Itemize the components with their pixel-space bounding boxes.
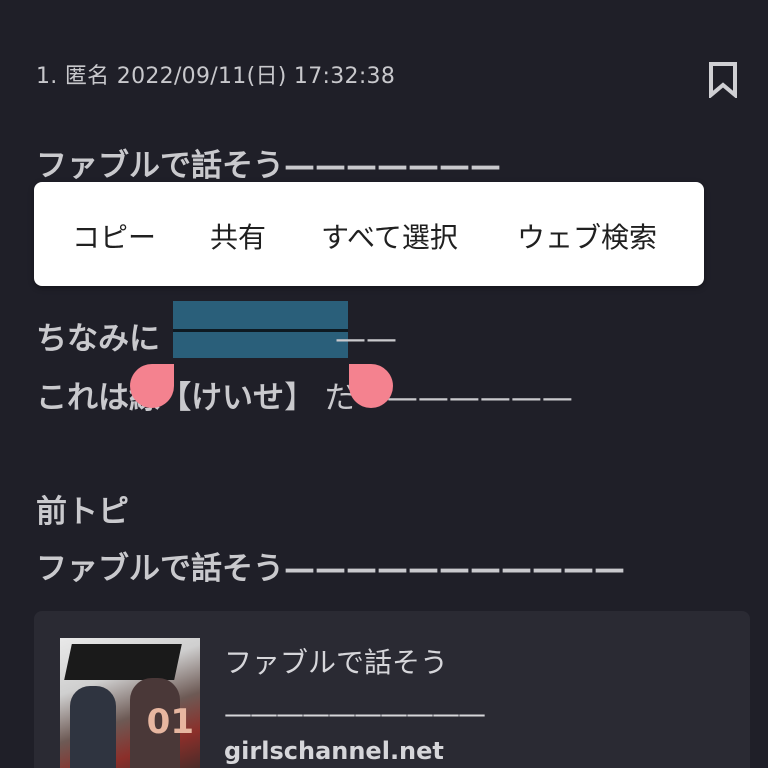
link-thumbnail-image: 01 <box>60 638 200 768</box>
comment-line-3: ちなみに —— <box>36 313 397 358</box>
menu-item-select-all[interactable]: すべて選択 <box>321 216 458 256</box>
comment-line-4-tail: 】 だ——————— <box>284 380 573 416</box>
thumbnail-volume-number: 01 <box>146 702 194 742</box>
link-card-title: ファブルで話そう <box>224 646 449 679</box>
thumbnail-logo-shape <box>64 644 182 680</box>
comment-page: 1. 匿名 2022/09/11(日) 17:32:38 ファブルで話そう———… <box>0 0 768 768</box>
thumbnail-figure-left <box>70 686 116 768</box>
comment-line-4: これは線【けいせ】 だ——————— <box>36 372 573 417</box>
comment-meta: 1. 匿名 2022/09/11(日) 17:32:38 <box>36 64 396 89</box>
menu-item-copy[interactable]: コピー <box>72 216 156 256</box>
comment-line-6: ファブルで話そう——————————— <box>36 551 625 587</box>
menu-item-web-search[interactable]: ウェブ検索 <box>517 216 657 256</box>
comment-line-4-text: これは <box>36 380 129 416</box>
text-selection-context-menu: コピー 共有 すべて選択 ウェブ検索 <box>34 182 704 286</box>
comment-line-3-text: ちなみに <box>36 321 160 357</box>
link-card-title-rule: —————————— <box>224 697 486 730</box>
link-preview-card[interactable]: 01 ファブルで話そう —————————— girlschannel.net <box>34 611 750 768</box>
comment-line-1: ファブルで話そう——————— <box>36 148 501 184</box>
selection-handle-end[interactable] <box>349 364 393 408</box>
link-card-domain: girlschannel.net <box>224 737 444 765</box>
bookmark-icon[interactable] <box>708 62 738 100</box>
comment-line-3-tail: —— <box>335 321 397 357</box>
selection-handle-start[interactable] <box>130 364 174 408</box>
comment-line-5: 前トピ <box>36 494 129 530</box>
menu-item-share[interactable]: 共有 <box>210 216 266 256</box>
